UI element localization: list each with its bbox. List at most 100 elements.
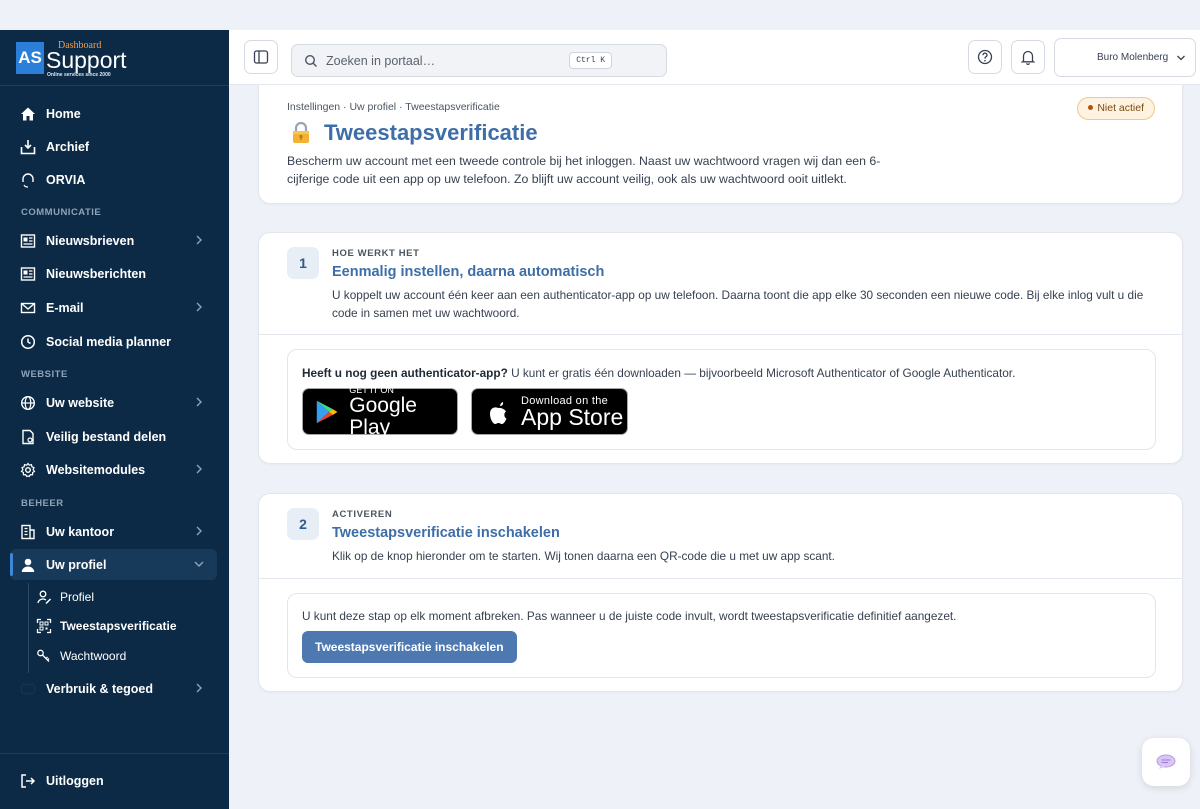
top-strip	[0, 0, 1200, 30]
step-number: 2	[287, 508, 319, 540]
status-dot	[1088, 104, 1094, 110]
user-menu-button[interactable]: Buro Molenberg	[1054, 38, 1196, 77]
logout-label: Uitloggen	[46, 773, 104, 788]
sidebar-item-email[interactable]: E-mail	[10, 292, 217, 323]
status-badge: Niet actief	[1077, 97, 1155, 120]
sidebar-item-label: Uw profiel	[46, 557, 107, 572]
sidebar-item-label: Nieuwsbrieven	[46, 233, 135, 248]
sidebar-subitem-wachtwoord[interactable]: Wachtwoord	[36, 645, 126, 667]
sidebar-item-label: Uw website	[46, 395, 115, 410]
chevron-right-icon	[196, 526, 202, 536]
logo[interactable]: AS Dashboard Support Online services sin…	[16, 40, 127, 78]
authenticator-callout: Heeft u nog geen authenticator-app? U ku…	[287, 349, 1156, 450]
logo-tagline: Online services since 2000	[47, 72, 111, 78]
clock-icon	[20, 334, 36, 350]
user-edit-icon	[36, 589, 52, 605]
sidebar-item-label: Archief	[46, 139, 90, 154]
callout-text: Heeft u nog geen authenticator-app? U ku…	[302, 366, 1015, 380]
sidebar-item-websitemodules[interactable]: Websitemodules	[10, 454, 217, 485]
sidebar-item-label: ORVIA	[46, 172, 86, 187]
key-icon	[36, 648, 52, 664]
logo-support-text: Support	[46, 47, 127, 73]
sidebar-toggle-button[interactable]	[244, 40, 278, 74]
sidebar-item-uw-website[interactable]: Uw website	[10, 387, 217, 418]
logo-mark: AS	[16, 42, 44, 74]
step-kicker: HOE WERKT HET	[332, 248, 420, 259]
step-description: Klik op de knop hieronder om te starten.…	[332, 549, 835, 563]
sidebar-divider	[0, 85, 229, 86]
page-header-card: Instellingen · Uw profiel · Tweestapsver…	[258, 85, 1183, 204]
callout-question: Heeft u nog geen authenticator-app?	[302, 366, 508, 380]
chat-icon	[1156, 754, 1176, 769]
sidebar-item-uw-kantoor[interactable]: Uw kantoor	[10, 516, 217, 547]
sidebar-item-home[interactable]: Home	[10, 98, 217, 129]
help-button[interactable]	[968, 40, 1002, 74]
sidebar-subitem-tweestapsverificatie[interactable]: Tweestapsverificatie	[36, 615, 177, 637]
home-icon	[20, 106, 36, 122]
news-icon	[20, 266, 36, 282]
search-input[interactable]	[326, 53, 566, 68]
activation-panel: U kunt deze stap op elk moment afbreken.…	[287, 593, 1156, 678]
google-play-small-text: GET IT ON	[349, 384, 394, 395]
breadcrumb: Instellingen · Uw profiel · Tweestapsver…	[287, 101, 500, 113]
app-store-badge[interactable]: Download on the App Store	[471, 388, 628, 435]
mail-icon	[20, 300, 36, 316]
sidebar-item-veilig-bestand-delen[interactable]: Veilig bestand delen	[10, 421, 217, 452]
page-description: Bescherm uw account met een tweede contr…	[287, 154, 881, 186]
search-icon	[304, 54, 317, 67]
qr-icon	[36, 618, 52, 634]
card-divider	[259, 578, 1182, 579]
google-play-big-text: Google Play	[349, 393, 417, 439]
status-badge-label: Niet actief	[1097, 102, 1144, 114]
logout-button[interactable]: Uitloggen	[10, 765, 217, 796]
wallet-icon	[20, 681, 36, 697]
step-number: 1	[287, 247, 319, 279]
step-title: Tweestapsverificatie inschakelen	[332, 525, 560, 541]
step-2-card: 2 ACTIVEREN Tweestapsverificatie inschak…	[258, 493, 1183, 692]
sidebar-item-archief[interactable]: Archief	[10, 131, 217, 162]
sidebar-item-label: Uw kantoor	[46, 524, 115, 539]
step-kicker: ACTIVEREN	[332, 509, 393, 520]
globe-icon	[20, 395, 36, 411]
sidebar-item-label: Verbruik & tegoed	[46, 681, 153, 696]
building-icon	[20, 524, 36, 540]
sidebar-item-nieuwsbrieven[interactable]: Nieuwsbrieven	[10, 225, 217, 256]
section-label-beheer: BEHEER	[21, 498, 64, 509]
sidebar-item-social-media-planner[interactable]: Social media planner	[10, 326, 217, 357]
callout-body: U kunt er gratis één downloaden — bijvoo…	[507, 366, 1016, 380]
chevron-down-icon	[194, 561, 204, 567]
notifications-button[interactable]	[1011, 40, 1045, 74]
chevron-right-icon	[196, 302, 202, 312]
submenu-line	[28, 583, 29, 673]
app-store-big-text: App Store	[521, 403, 624, 430]
sidebar-item-label: Social media planner	[46, 334, 172, 349]
sidebar-subitem-label: Profiel	[60, 590, 95, 604]
newsletter-icon	[20, 233, 36, 249]
file-share-icon	[20, 429, 36, 445]
page-title: Tweestapsverificatie	[324, 120, 538, 145]
chevron-right-icon	[196, 397, 202, 407]
help-icon	[977, 49, 993, 65]
chat-button[interactable]	[1142, 738, 1190, 786]
sidebar-subitem-label: Wachtwoord	[60, 649, 127, 663]
google-play-icon	[316, 400, 338, 423]
sidebar-item-orvia[interactable]: ORVIA	[10, 164, 217, 195]
sidebar-item-nieuwsberichten[interactable]: Nieuwsberichten	[10, 258, 217, 289]
step-title: Eenmalig instellen, daarna automatisch	[332, 264, 605, 280]
chevron-right-icon	[196, 464, 202, 474]
sidebar-item-label: Websitemodules	[46, 462, 146, 477]
search-box[interactable]: Ctrl K	[291, 44, 667, 77]
sidebar-item-label: E-mail	[46, 300, 84, 315]
sidebar-item-verbruik-tegoed[interactable]: Verbruik & tegoed	[10, 673, 217, 704]
apple-icon	[490, 401, 507, 424]
lock-icon	[289, 121, 313, 151]
enable-2fa-button[interactable]: Tweestapsverificatie inschakelen	[302, 631, 517, 663]
gear-icon	[20, 462, 36, 478]
chevron-right-icon	[196, 683, 202, 693]
sidebar-item-label: Home	[46, 106, 81, 121]
sidebar-item-uw-profiel[interactable]: Uw profiel	[10, 549, 217, 580]
sidebar: AS Dashboard Support Online services sin…	[0, 30, 229, 809]
archive-icon	[20, 139, 36, 155]
sidebar-subitem-profiel[interactable]: Profiel	[36, 586, 94, 608]
google-play-badge[interactable]: GET IT ON Google Play	[302, 384, 458, 438]
